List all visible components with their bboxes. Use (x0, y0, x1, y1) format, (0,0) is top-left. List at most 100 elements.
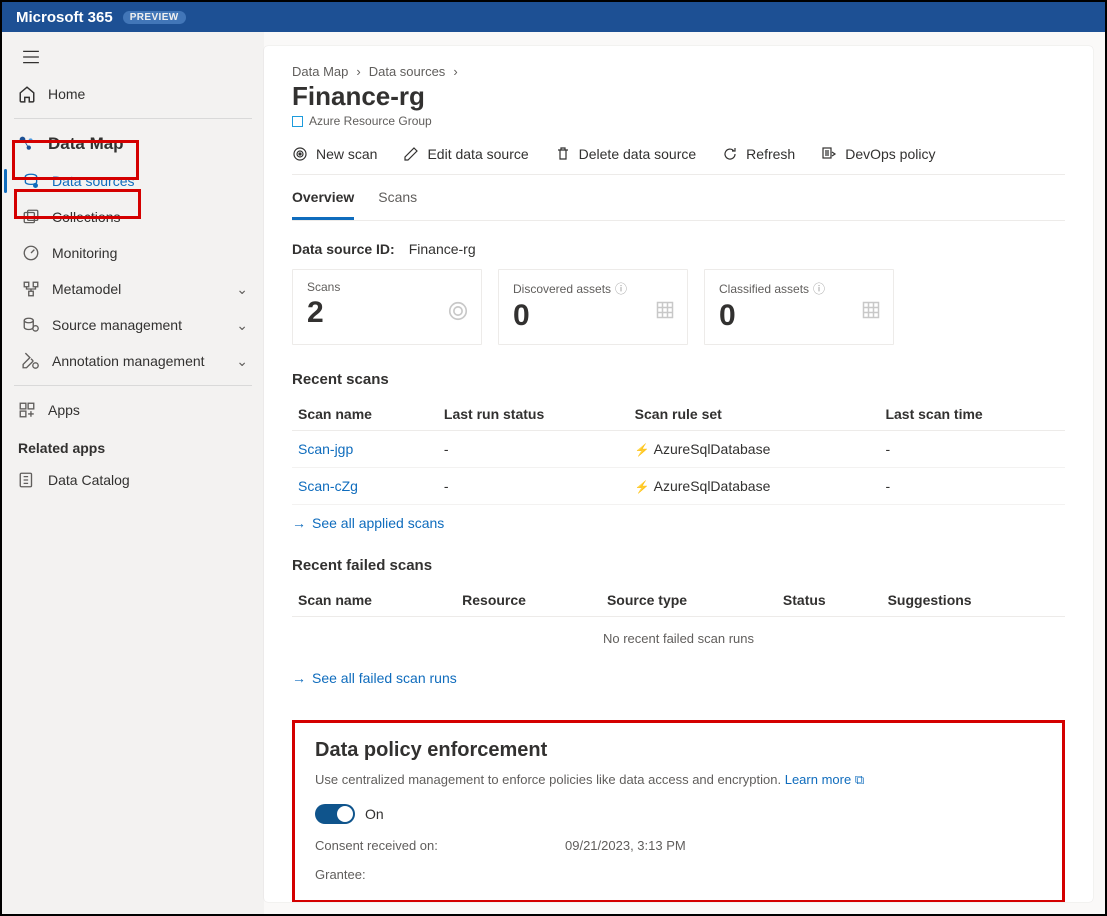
toggle-state-label: On (365, 806, 384, 822)
apps-icon (18, 401, 36, 419)
sidebar-item-collections[interactable]: Collections (10, 199, 256, 235)
data-source-id-label: Data source ID: (292, 241, 395, 257)
consent-received-label: Consent received on: (315, 838, 565, 853)
card-value: 2 (307, 296, 467, 330)
col-suggestions: Suggestions (882, 584, 1065, 617)
target-icon (447, 300, 469, 325)
policy-description: Use centralized management to enforce po… (315, 772, 781, 787)
grid-icon (861, 300, 881, 323)
hamburger-icon[interactable] (16, 42, 46, 72)
scan-link[interactable]: Scan-cZg (298, 478, 358, 494)
new-scan-button[interactable]: New scan (292, 146, 377, 162)
col-scan-name: Scan name (292, 584, 456, 617)
pencil-icon (403, 146, 419, 162)
annotation-management-icon (22, 352, 40, 370)
sidebar-item-metamodel[interactable]: Metamodel ⌄ (10, 271, 256, 307)
chevron-down-icon: ⌄ (236, 281, 248, 298)
sidebar-item-label: Home (48, 86, 85, 102)
sidebar-item-monitoring[interactable]: Monitoring (10, 235, 256, 271)
see-all-applied-scans-link[interactable]: → See all applied scans (292, 515, 1065, 531)
refresh-icon (722, 146, 738, 162)
sidebar-item-data-catalog[interactable]: Data Catalog (10, 462, 256, 498)
discovered-assets-card[interactable]: Discovered assets ⓘ 0 (498, 269, 688, 345)
main-panel: Data Map › Data sources › Finance-rg Azu… (264, 46, 1093, 902)
chevron-down-icon: ⌄ (236, 317, 248, 334)
breadcrumb-data-sources[interactable]: Data sources (369, 64, 446, 79)
tab-overview[interactable]: Overview (292, 177, 354, 220)
chevron-down-icon: ⌄ (236, 353, 248, 370)
grantee-label: Grantee: (315, 867, 565, 882)
col-last-scan-time: Last scan time (879, 398, 1065, 431)
sidebar-item-data-sources[interactable]: Data sources (10, 163, 256, 199)
consent-received-value: 09/21/2023, 3:13 PM (565, 838, 686, 853)
tab-scans[interactable]: Scans (378, 177, 417, 220)
sidebar-item-source-management[interactable]: Source management ⌄ (10, 307, 256, 343)
resource-group-icon (292, 116, 303, 127)
col-scan-name: Scan name (292, 398, 438, 431)
monitoring-icon (22, 244, 40, 262)
grid-icon (655, 300, 675, 323)
related-apps-heading: Related apps (10, 428, 256, 462)
sidebar-item-label: Data Catalog (48, 472, 130, 488)
chevron-right-icon: › (453, 64, 457, 79)
table-row[interactable]: Scan-cZg - ⚡AzureSqlDatabase - (292, 468, 1065, 505)
policy-title: Data policy enforcement (315, 739, 1042, 762)
table-row[interactable]: Scan-jgp - ⚡AzureSqlDatabase - (292, 431, 1065, 468)
top-bar: Microsoft 365 PREVIEW (2, 2, 1105, 32)
sidebar-item-data-map[interactable]: Data Map (10, 125, 256, 163)
arrow-right-icon: → (292, 670, 306, 686)
data-map-icon (18, 135, 36, 153)
sidebar-item-label: Metamodel (52, 281, 121, 297)
classified-assets-card[interactable]: Classified assets ⓘ 0 (704, 269, 894, 345)
see-all-failed-scans-link[interactable]: → See all failed scan runs (292, 670, 1065, 686)
edit-data-source-button[interactable]: Edit data source (403, 146, 528, 162)
collections-icon (22, 208, 40, 226)
lightning-icon: ⚡ (635, 443, 650, 457)
breadcrumb-data-map[interactable]: Data Map (292, 64, 348, 79)
scans-card[interactable]: Scans 2 (292, 269, 482, 345)
chevron-right-icon: › (356, 64, 360, 79)
data-policy-enforcement-panel: Data policy enforcement Use centralized … (292, 720, 1065, 902)
metamodel-icon (22, 280, 40, 298)
delete-data-source-button[interactable]: Delete data source (555, 146, 697, 162)
sidebar-item-annotation-management[interactable]: Annotation management ⌄ (10, 343, 256, 379)
failed-scans-table: Scan name Resource Source type Status Su… (292, 584, 1065, 617)
card-label: Classified assets (719, 282, 809, 296)
target-icon (292, 146, 308, 162)
source-management-icon (22, 316, 40, 334)
breadcrumb: Data Map › Data sources › (292, 64, 1065, 79)
sidebar-item-apps[interactable]: Apps (10, 392, 256, 428)
divider (14, 385, 252, 386)
learn-more-link[interactable]: Learn more ⧉ (785, 772, 864, 787)
page-title: Finance-rg (292, 81, 1065, 112)
data-source-id-value: Finance-rg (409, 241, 476, 257)
devops-policy-icon (821, 146, 837, 162)
info-icon[interactable]: ⓘ (813, 280, 825, 297)
col-resource: Resource (456, 584, 601, 617)
divider (14, 118, 252, 119)
recent-scans-heading: Recent scans (292, 371, 1065, 388)
sidebar-item-label: Annotation management (52, 353, 205, 369)
card-value: 0 (719, 299, 879, 333)
data-source-id-row: Data source ID: Finance-rg (292, 241, 1065, 257)
arrow-right-icon: → (292, 515, 306, 531)
sidebar-item-label: Apps (48, 402, 80, 418)
info-icon[interactable]: ⓘ (615, 280, 627, 297)
recent-scans-table: Scan name Last run status Scan rule set … (292, 398, 1065, 505)
sidebar-item-label: Data sources (52, 173, 134, 189)
refresh-button[interactable]: Refresh (722, 146, 795, 162)
recent-failed-scans-heading: Recent failed scans (292, 557, 1065, 574)
devops-policy-button[interactable]: DevOps policy (821, 146, 935, 162)
policy-enforcement-toggle[interactable] (315, 804, 355, 824)
command-bar: New scan Edit data source Delete data so… (292, 128, 1065, 175)
sidebar-item-home[interactable]: Home (10, 76, 256, 112)
data-sources-icon (22, 172, 40, 190)
home-icon (18, 85, 36, 103)
resource-type-label: Azure Resource Group (292, 114, 1065, 128)
scan-link[interactable]: Scan-jgp (298, 441, 353, 457)
preview-badge: PREVIEW (123, 11, 186, 24)
brand-label: Microsoft 365 (16, 9, 113, 26)
card-value: 0 (513, 299, 673, 333)
col-status: Status (777, 584, 882, 617)
sidebar-item-label: Collections (52, 209, 120, 225)
